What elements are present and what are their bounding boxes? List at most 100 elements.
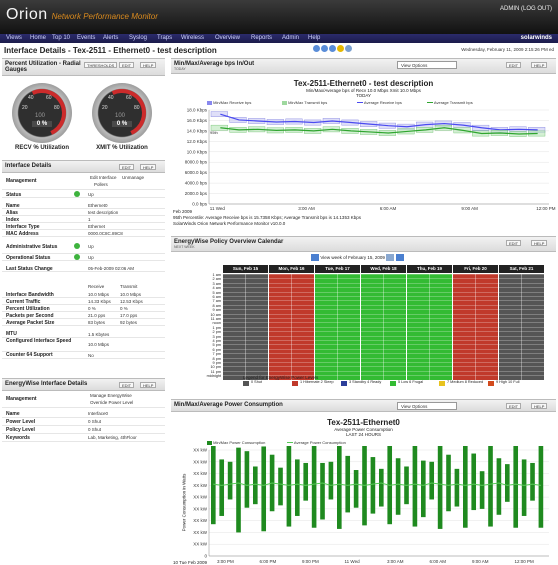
- legend-item: 7 Medium 8 Reduced: [439, 380, 487, 392]
- legend-swatch: [292, 381, 298, 386]
- nav-help[interactable]: Help: [308, 35, 320, 41]
- nav-views[interactable]: Views: [6, 35, 22, 41]
- logout-link[interactable]: ADMIN (LOG OUT): [500, 6, 552, 12]
- page-title: Interface Details - Tex-2511 - Ethernet0…: [4, 46, 217, 55]
- y-tick-label: 16.0 Kbps: [187, 118, 208, 123]
- forward-icon[interactable]: [321, 45, 328, 52]
- power-help-button[interactable]: HELP: [531, 403, 548, 409]
- power-view-options[interactable]: View Options: [397, 402, 457, 410]
- nav-wireless[interactable]: Wireless: [181, 35, 204, 41]
- gauges-header: Percent Utilization - Radial Gauges THRE…: [2, 59, 165, 76]
- nav-traps[interactable]: Traps: [157, 35, 172, 41]
- recv-gauge: 20 40 60 80 100 0 %: [11, 82, 73, 144]
- ew-value: Lab, Marketing, 4thFloor: [88, 435, 137, 440]
- nav-admin[interactable]: Admin: [282, 35, 299, 41]
- nav-alerts[interactable]: Alerts: [103, 35, 118, 41]
- calendar-pick-icon[interactable]: [386, 254, 395, 261]
- star-icon[interactable]: [337, 45, 344, 52]
- bps-view-options[interactable]: View Options: [397, 61, 457, 69]
- traffic-row: Interface Bandwidth 10.0 Mbps 10.0 Mbps: [2, 291, 165, 298]
- unmanage-link[interactable]: Unmanage: [122, 175, 144, 180]
- detail-value: 05-Feb-2009 02:06 AM: [88, 266, 135, 271]
- detail-label: MAC Address: [6, 231, 39, 237]
- gauges-edit-button[interactable]: EDIT: [119, 62, 135, 68]
- bps-edit-button[interactable]: EDIT: [506, 62, 522, 68]
- next-week-button[interactable]: [395, 254, 404, 261]
- y-tick-label: 2000.0 bps: [185, 191, 208, 196]
- thresholds-button[interactable]: THRESHOLDS: [84, 62, 118, 68]
- override-power-link[interactable]: Override Power Level: [90, 400, 133, 405]
- refresh-icon[interactable]: [329, 45, 336, 52]
- legend-minmax-xmit: Min/Max Transmit bps: [288, 100, 328, 105]
- legend-item: 1 Hibernate 2 Sleep: [292, 380, 340, 392]
- legend-label: 9 High 10 Full: [496, 380, 520, 384]
- nav-syslog[interactable]: Syslog: [129, 35, 147, 41]
- y-tick-label: 0.0 bps: [192, 202, 208, 207]
- legend-swatch: [341, 381, 347, 386]
- nav-home[interactable]: Home: [30, 35, 46, 41]
- detail-row: Name Ethernet0: [2, 202, 165, 209]
- energywise-edit-button[interactable]: EDIT: [119, 382, 135, 388]
- y-tick-label: 12.0 Kbps: [187, 139, 208, 144]
- bps-help-button[interactable]: HELP: [531, 62, 548, 68]
- nav-top10[interactable]: Top 10: [52, 35, 70, 41]
- power-minmax-bar: [337, 446, 342, 529]
- power-minmax-bar: [236, 447, 241, 533]
- power-minmax-bar: [244, 451, 250, 508]
- calendar-day-column[interactable]: [361, 274, 406, 380]
- help-icon[interactable]: [345, 45, 352, 52]
- nav-overview[interactable]: Overview: [215, 35, 240, 41]
- power-minmax-bar: [446, 454, 451, 512]
- details-help-button[interactable]: HELP: [140, 164, 157, 170]
- y-tick-label: XX kW: [193, 518, 208, 523]
- calendar-help-button[interactable]: HELP: [531, 240, 548, 246]
- bps-footer-version: SolarWinds Orion Network Performance Mon…: [173, 221, 286, 226]
- power-minmax-bar: [320, 462, 325, 520]
- y-tick-label: XX kW: [193, 506, 208, 511]
- power-minmax-bar: [530, 462, 535, 501]
- details-edit-button[interactable]: EDIT: [119, 164, 135, 170]
- power-minmax-bar: [479, 471, 485, 509]
- calendar-day-column[interactable]: [407, 274, 452, 380]
- calendar-day-column[interactable]: [499, 274, 544, 380]
- calendar-day-column[interactable]: [223, 274, 268, 380]
- calendar-day-header: Sat, Feb 21: [499, 265, 544, 273]
- calendar-day-column[interactable]: [453, 274, 498, 380]
- y-tick-label: XX kW: [193, 483, 208, 488]
- misc-value: 1.5 Kbytes: [88, 332, 110, 337]
- calendar-day-column[interactable]: [269, 274, 314, 380]
- gauge-tick: 100: [115, 113, 126, 119]
- gauges-help-button[interactable]: HELP: [140, 62, 157, 68]
- edit-interface-link[interactable]: Edit Interface: [90, 175, 117, 180]
- power-minmax-bar: [496, 458, 502, 515]
- calendar-day-column[interactable]: [315, 274, 360, 380]
- detail-value: test description: [88, 210, 119, 215]
- detail-row: MAC Address 0000.0C8C.89C8: [2, 230, 165, 237]
- power-panel: Min/Max/Average Power Consumption View O…: [171, 399, 556, 565]
- back-icon[interactable]: [313, 45, 320, 52]
- transmit-header: Transmit: [120, 284, 138, 289]
- calendar-header: EnergyWise Policy Overview Calendar NEXT…: [171, 237, 556, 252]
- interface-details-title: Interface Details: [5, 163, 52, 169]
- ew-row: Policy Level 0 Shut: [2, 426, 165, 434]
- calendar-day-header: Thu, Feb 19: [407, 265, 452, 273]
- detail-label: Administrative Status: [6, 244, 58, 250]
- manage-energywise-link[interactable]: Manage EnergyWise: [90, 393, 132, 398]
- nav-reports[interactable]: Reports: [251, 35, 272, 41]
- detail-value: 1: [88, 217, 91, 222]
- power-minmax-bar: [463, 446, 468, 528]
- legend-avg-recv: Average Receive bps: [363, 100, 402, 105]
- traffic-tx: 12.53 Kbps: [120, 299, 143, 304]
- misc-label: Configured Interface Speed: [6, 338, 72, 344]
- legend-power-minmax: Min/Max Power Consumption: [213, 440, 266, 445]
- energywise-help-button[interactable]: HELP: [140, 382, 157, 388]
- brand-logo[interactable]: Orion Network Performance Monitor: [6, 6, 158, 24]
- power-title: Min/Max/Average Power Consumption: [174, 402, 283, 408]
- prev-week-button[interactable]: [311, 254, 319, 261]
- calendar-edit-button[interactable]: EDIT: [506, 240, 522, 246]
- power-edit-button[interactable]: EDIT: [506, 403, 522, 409]
- pollers-link[interactable]: Pollers: [94, 182, 108, 187]
- nav-events[interactable]: Events: [77, 35, 95, 41]
- power-minmax-bar: [286, 446, 292, 527]
- week-nav: View week of February 15, 2009: [311, 254, 404, 262]
